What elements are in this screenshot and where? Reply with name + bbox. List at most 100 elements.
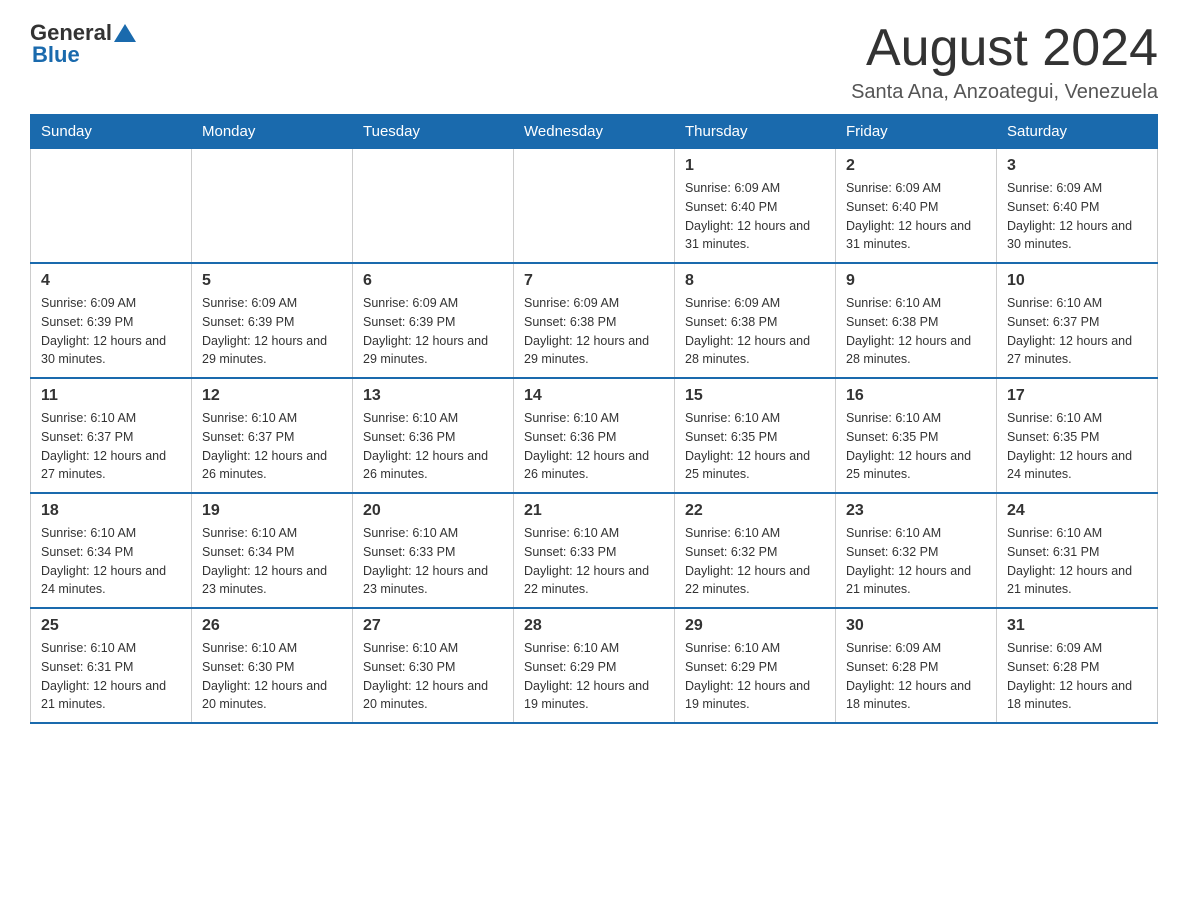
day-number: 23 — [846, 502, 986, 520]
day-info: Sunrise: 6:10 AM Sunset: 6:35 PM Dayligh… — [1007, 409, 1147, 484]
day-number: 30 — [846, 617, 986, 635]
calendar-day-cell: 8 Sunrise: 6:09 AM Sunset: 6:38 PM Daylig… — [675, 263, 836, 378]
day-info: Sunrise: 6:10 AM Sunset: 6:37 PM Dayligh… — [1007, 294, 1147, 369]
day-info: Sunrise: 6:10 AM Sunset: 6:33 PM Dayligh… — [524, 524, 664, 599]
day-number: 22 — [685, 502, 825, 520]
day-info: Sunrise: 6:10 AM Sunset: 6:32 PM Dayligh… — [846, 524, 986, 599]
calendar-week-row: 1Sunrise: 6:09 AM Sunset: 6:40 PM Daylig… — [31, 149, 1158, 264]
calendar-day-cell: 27Sunrise: 6:10 AM Sunset: 6:30 PM Dayli… — [353, 608, 514, 723]
calendar-day-cell: 17 Sunrise: 6:10 AM Sunset: 6:35 PM Dayli… — [997, 378, 1158, 493]
day-info: Sunrise: 6:09 AM Sunset: 6:40 PM Dayligh… — [685, 179, 825, 254]
day-info: Sunrise: 6:10 AM Sunset: 6:38 PM Dayligh… — [846, 294, 986, 369]
calendar-day-cell: 5Sunrise: 6:09 AM Sunset: 6:39 PM Daylig… — [192, 263, 353, 378]
day-info: Sunrise: 6:10 AM Sunset: 6:31 PM Dayligh… — [1007, 524, 1147, 599]
day-number: 26 — [202, 617, 342, 635]
calendar-day-cell — [31, 149, 192, 264]
day-info: Sunrise: 6:10 AM Sunset: 6:30 PM Dayligh… — [202, 639, 342, 714]
day-number: 25 — [41, 617, 181, 635]
day-number: 18 — [41, 502, 181, 520]
calendar-day-cell — [514, 149, 675, 264]
day-number: 31 — [1007, 617, 1147, 635]
weekday-header-row: SundayMondayTuesdayWednesdayThursdayFrid… — [31, 115, 1158, 149]
calendar-table: SundayMondayTuesdayWednesdayThursdayFrid… — [30, 114, 1158, 724]
day-number: 20 — [363, 502, 503, 520]
day-number: 8 — [685, 272, 825, 290]
day-info: Sunrise: 6:09 AM Sunset: 6:40 PM Dayligh… — [1007, 179, 1147, 254]
day-info: Sunrise: 6:09 AM Sunset: 6:28 PM Dayligh… — [1007, 639, 1147, 714]
calendar-day-cell: 3 Sunrise: 6:09 AM Sunset: 6:40 PM Daylig… — [997, 149, 1158, 264]
page-header: General Blue August 2024 Santa Ana, Anzo… — [30, 20, 1158, 104]
calendar-day-cell: 21 Sunrise: 6:10 AM Sunset: 6:33 PM Dayli… — [514, 493, 675, 608]
weekday-header-monday: Monday — [192, 115, 353, 149]
calendar-day-cell: 26 Sunrise: 6:10 AM Sunset: 6:30 PM Dayli… — [192, 608, 353, 723]
day-info: Sunrise: 6:10 AM Sunset: 6:31 PM Dayligh… — [41, 639, 181, 714]
calendar-day-cell: 24 Sunrise: 6:10 AM Sunset: 6:31 PM Dayli… — [997, 493, 1158, 608]
calendar-week-row: 11 Sunrise: 6:10 AM Sunset: 6:37 PM Dayli… — [31, 378, 1158, 493]
logo-text-blue: Blue — [32, 42, 80, 68]
day-info: Sunrise: 6:10 AM Sunset: 6:35 PM Dayligh… — [685, 409, 825, 484]
calendar-day-cell: 31 Sunrise: 6:09 AM Sunset: 6:28 PM Dayli… — [997, 608, 1158, 723]
calendar-day-cell: 9Sunrise: 6:10 AM Sunset: 6:38 PM Daylig… — [836, 263, 997, 378]
calendar-day-cell: 12Sunrise: 6:10 AM Sunset: 6:37 PM Dayli… — [192, 378, 353, 493]
day-info: Sunrise: 6:10 AM Sunset: 6:29 PM Dayligh… — [685, 639, 825, 714]
calendar-day-cell: 7 Sunrise: 6:09 AM Sunset: 6:38 PM Daylig… — [514, 263, 675, 378]
day-number: 10 — [1007, 272, 1147, 290]
day-info: Sunrise: 6:10 AM Sunset: 6:32 PM Dayligh… — [685, 524, 825, 599]
calendar-day-cell: 15 Sunrise: 6:10 AM Sunset: 6:35 PM Dayli… — [675, 378, 836, 493]
day-info: Sunrise: 6:10 AM Sunset: 6:34 PM Dayligh… — [41, 524, 181, 599]
day-number: 6 — [363, 272, 503, 290]
calendar-day-cell: 22 Sunrise: 6:10 AM Sunset: 6:32 PM Dayli… — [675, 493, 836, 608]
calendar-week-row: 18 Sunrise: 6:10 AM Sunset: 6:34 PM Dayli… — [31, 493, 1158, 608]
calendar-day-cell — [192, 149, 353, 264]
day-number: 17 — [1007, 387, 1147, 405]
calendar-day-cell: 29 Sunrise: 6:10 AM Sunset: 6:29 PM Dayli… — [675, 608, 836, 723]
day-number: 11 — [41, 387, 181, 405]
day-number: 28 — [524, 617, 664, 635]
calendar-day-cell — [353, 149, 514, 264]
weekday-header-wednesday: Wednesday — [514, 115, 675, 149]
day-number: 13 — [363, 387, 503, 405]
day-number: 16 — [846, 387, 986, 405]
day-info: Sunrise: 6:09 AM Sunset: 6:38 PM Dayligh… — [685, 294, 825, 369]
month-title: August 2024 — [851, 20, 1158, 77]
weekday-header-sunday: Sunday — [31, 115, 192, 149]
day-info: Sunrise: 6:10 AM Sunset: 6:33 PM Dayligh… — [363, 524, 503, 599]
calendar-day-cell: 14 Sunrise: 6:10 AM Sunset: 6:36 PM Dayli… — [514, 378, 675, 493]
day-number: 5 — [202, 272, 342, 290]
calendar-day-cell: 1Sunrise: 6:09 AM Sunset: 6:40 PM Daylig… — [675, 149, 836, 264]
day-info: Sunrise: 6:10 AM Sunset: 6:36 PM Dayligh… — [524, 409, 664, 484]
day-number: 2 — [846, 157, 986, 175]
day-info: Sunrise: 6:09 AM Sunset: 6:38 PM Dayligh… — [524, 294, 664, 369]
day-number: 21 — [524, 502, 664, 520]
weekday-header-friday: Friday — [836, 115, 997, 149]
day-info: Sunrise: 6:09 AM Sunset: 6:39 PM Dayligh… — [41, 294, 181, 369]
day-info: Sunrise: 6:10 AM Sunset: 6:35 PM Dayligh… — [846, 409, 986, 484]
calendar-day-cell: 16 Sunrise: 6:10 AM Sunset: 6:35 PM Dayli… — [836, 378, 997, 493]
day-number: 24 — [1007, 502, 1147, 520]
day-info: Sunrise: 6:10 AM Sunset: 6:34 PM Dayligh… — [202, 524, 342, 599]
day-info: Sunrise: 6:10 AM Sunset: 6:29 PM Dayligh… — [524, 639, 664, 714]
day-info: Sunrise: 6:10 AM Sunset: 6:37 PM Dayligh… — [41, 409, 181, 484]
calendar-day-cell: 4 Sunrise: 6:09 AM Sunset: 6:39 PM Daylig… — [31, 263, 192, 378]
calendar-day-cell: 20 Sunrise: 6:10 AM Sunset: 6:33 PM Dayli… — [353, 493, 514, 608]
calendar-day-cell: 23 Sunrise: 6:10 AM Sunset: 6:32 PM Dayli… — [836, 493, 997, 608]
day-number: 29 — [685, 617, 825, 635]
calendar-week-row: 25 Sunrise: 6:10 AM Sunset: 6:31 PM Dayli… — [31, 608, 1158, 723]
weekday-header-thursday: Thursday — [675, 115, 836, 149]
day-info: Sunrise: 6:10 AM Sunset: 6:37 PM Dayligh… — [202, 409, 342, 484]
day-info: Sunrise: 6:09 AM Sunset: 6:39 PM Dayligh… — [363, 294, 503, 369]
day-number: 7 — [524, 272, 664, 290]
day-number: 15 — [685, 387, 825, 405]
day-info: Sunrise: 6:10 AM Sunset: 6:36 PM Dayligh… — [363, 409, 503, 484]
calendar-day-cell: 13 Sunrise: 6:10 AM Sunset: 6:36 PM Dayli… — [353, 378, 514, 493]
calendar-day-cell: 2Sunrise: 6:09 AM Sunset: 6:40 PM Daylig… — [836, 149, 997, 264]
day-number: 19 — [202, 502, 342, 520]
calendar-day-cell: 19 Sunrise: 6:10 AM Sunset: 6:34 PM Dayli… — [192, 493, 353, 608]
day-number: 27 — [363, 617, 503, 635]
calendar-day-cell: 30Sunrise: 6:09 AM Sunset: 6:28 PM Dayli… — [836, 608, 997, 723]
day-number: 4 — [41, 272, 181, 290]
day-number: 14 — [524, 387, 664, 405]
day-number: 3 — [1007, 157, 1147, 175]
weekday-header-saturday: Saturday — [997, 115, 1158, 149]
calendar-day-cell: 18 Sunrise: 6:10 AM Sunset: 6:34 PM Dayli… — [31, 493, 192, 608]
